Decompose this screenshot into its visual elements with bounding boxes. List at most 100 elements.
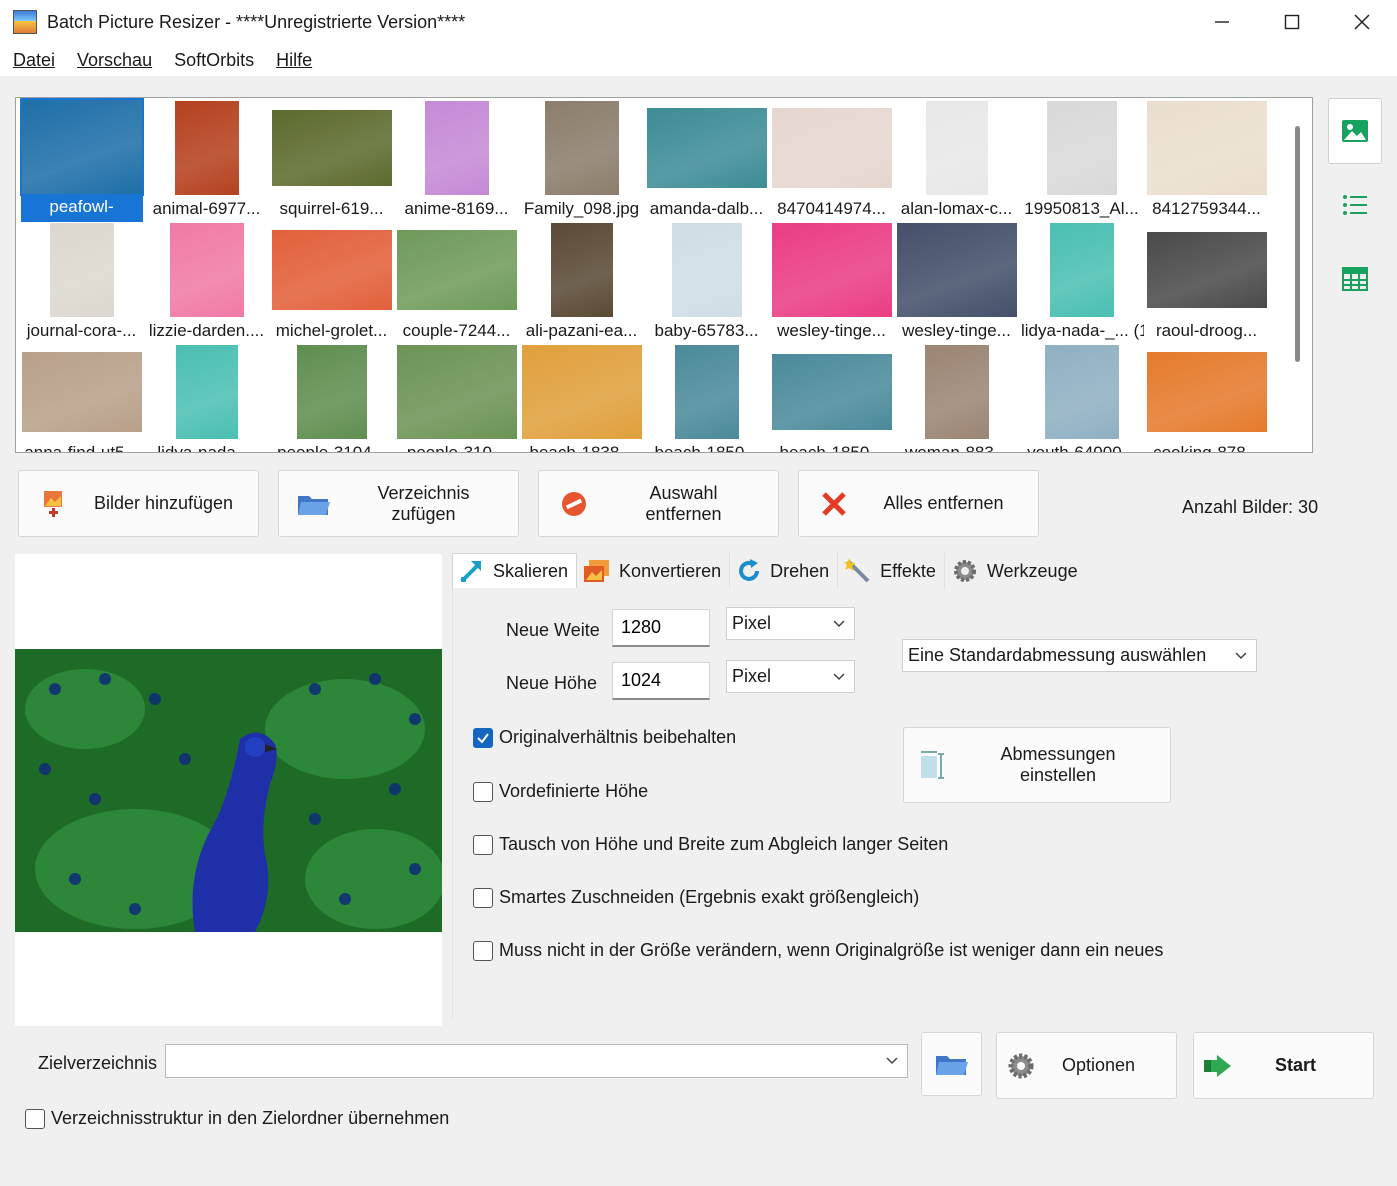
thumbnail-item[interactable]: people-310... — [394, 344, 519, 452]
thumbnail-picture — [396, 230, 517, 310]
thumbnail-item[interactable]: wesley-tinge... — [894, 222, 1019, 344]
scrollbar-thumb[interactable] — [1295, 126, 1300, 362]
thumbnail-item[interactable]: baby-65783... — [644, 222, 769, 344]
browse-folder-button[interactable] — [921, 1032, 982, 1096]
thumbnail-image — [769, 100, 894, 196]
thumbnail-item[interactable]: peafowl-3617385 (1).jpg — [19, 98, 144, 222]
thumbnail-item[interactable]: people-3104... — [269, 344, 394, 452]
table-icon — [1342, 267, 1368, 291]
smart-crop-label: Smartes Zuschneiden (Ergebnis exakt größ… — [499, 887, 920, 907]
width-unit-select[interactable]: Pixel — [726, 607, 855, 640]
thumbnail-item[interactable]: alan-lomax-c... — [894, 100, 1019, 222]
thumbnail-item[interactable]: couple-7244... — [394, 222, 519, 344]
thumbnail-item[interactable]: woman-883... — [894, 344, 1019, 452]
thumbnail-item[interactable]: youth-64000... — [1019, 344, 1144, 452]
menu-vorschau[interactable]: Vorschau — [77, 50, 152, 71]
list-view-button[interactable] — [1328, 172, 1382, 238]
keep-ratio-label: Originalverhältnis beibehalten — [499, 727, 737, 747]
window-controls — [1187, 0, 1397, 44]
thumbnail-item[interactable]: Family_098.jpg — [519, 100, 644, 222]
keep-ratio-checkbox[interactable]: Originalverhältnis beibehalten — [473, 727, 736, 748]
options-button[interactable]: Optionen — [996, 1032, 1177, 1099]
add-folder-button[interactable]: Verzeichnis zufügen — [278, 470, 519, 537]
swap-sides-label: Tausch von Höhe und Breite zum Abgleich … — [499, 834, 949, 854]
thumbnail-item[interactable]: lidya-nada-... — [144, 344, 269, 453]
tab-drehen-label: Drehen — [770, 560, 830, 581]
set-dimensions-button[interactable]: Abmessungen einstellen — [903, 727, 1171, 803]
menu-softorbits[interactable]: SoftOrbits — [174, 50, 254, 71]
thumbnail-label: amanda-dalb... — [649, 199, 764, 218]
thumbnail-image — [519, 222, 644, 318]
add-images-button[interactable]: Bilder hinzufügen — [18, 470, 259, 537]
height-input[interactable] — [612, 662, 710, 700]
thumbnail-label: lidya-nada-... — [157, 443, 256, 453]
maximize-button[interactable] — [1257, 0, 1327, 44]
thumbnail-item[interactable]: beach-1850... — [769, 344, 894, 452]
checkbox-unchecked[interactable] — [473, 781, 493, 802]
tab-werkzeuge[interactable]: Werkzeuge — [944, 553, 1086, 589]
table-view-button[interactable] — [1328, 246, 1382, 312]
checkbox-checked[interactable] — [473, 727, 493, 748]
checkbox-unchecked[interactable] — [25, 1108, 45, 1129]
remove-selection-button[interactable]: Auswahl entfernen — [538, 470, 779, 537]
thumbnail-picture — [646, 108, 767, 188]
thumbnail-item[interactable]: anna-find-ut5... — [19, 344, 144, 452]
thumbnail-picture — [550, 223, 613, 317]
thumbnail-item[interactable]: 8412759344... — [1144, 100, 1269, 222]
thumbnail-item[interactable]: animal-6977... — [144, 100, 269, 222]
width-input[interactable] — [612, 609, 710, 647]
thumbnail-item[interactable]: wesley-tinge... — [769, 222, 894, 344]
image-list[interactable]: peafowl-3617385 (1).jpg animal-6977... squ… — [15, 97, 1313, 453]
menu-hilfe[interactable]: Hilfe — [276, 50, 312, 71]
keep-structure-checkbox[interactable]: Verzeichnisstruktur in den Zielordner üb… — [25, 1108, 449, 1129]
thumbnail-item[interactable]: beach-1850... — [644, 344, 769, 452]
thumbnail-image — [144, 100, 269, 196]
thumbnail-image — [394, 100, 519, 196]
thumbnail-picture — [169, 223, 244, 317]
checkbox-unchecked[interactable] — [473, 887, 493, 908]
thumbnail-item[interactable]: 19950813_Al... — [1019, 100, 1144, 222]
start-button[interactable]: Start — [1193, 1032, 1374, 1099]
thumbnail-picture — [924, 345, 989, 439]
menu-datei[interactable]: Datei — [13, 50, 55, 71]
tab-skalieren[interactable]: Skalieren — [452, 553, 578, 588]
predefined-height-checkbox[interactable]: Vordefinierte Höhe — [473, 781, 648, 802]
thumbnail-item[interactable]: cooking-878... — [1144, 344, 1269, 452]
thumbnail-item[interactable]: lidya-nada-_... (1).jpg — [1019, 222, 1144, 344]
thumbnail-label: lidya-nada-_... (1).jpg — [1021, 321, 1144, 340]
thumbnail-item[interactable]: amanda-dalb... — [644, 100, 769, 222]
dimensions-icon — [921, 751, 944, 779]
tab-drehen[interactable]: Drehen — [730, 553, 839, 589]
height-unit-select[interactable]: Pixel — [726, 660, 855, 693]
minimize-button[interactable] — [1187, 0, 1257, 44]
checkbox-unchecked[interactable] — [473, 940, 493, 961]
remove-all-button[interactable]: Alles entfernen — [798, 470, 1039, 537]
image-icon — [1342, 120, 1368, 142]
checkbox-unchecked[interactable] — [473, 834, 493, 855]
thumbnail-image — [769, 222, 894, 318]
gear-icon — [953, 560, 976, 582]
thumbnail-item[interactable]: 8470414974... — [769, 100, 894, 222]
thumbnail-picture — [771, 223, 892, 317]
tab-effekte[interactable]: Effekte — [838, 553, 945, 589]
thumbnail-item[interactable]: squirrel-619... — [269, 100, 394, 222]
thumbnail-item[interactable]: ali-pazani-ea... — [519, 222, 644, 344]
thumbnail-item[interactable]: journal-cora-... — [19, 222, 144, 344]
thumbnail-picture — [771, 354, 892, 430]
smart-crop-checkbox[interactable]: Smartes Zuschneiden (Ergebnis exakt größ… — [473, 887, 919, 908]
no-upscale-checkbox[interactable]: Muss nicht in der Größe verändern, wenn … — [473, 940, 1163, 961]
thumbnail-item[interactable]: beach-1838... — [519, 344, 644, 452]
thumbnail-item[interactable]: lizzie-darden.... — [144, 222, 269, 344]
swap-sides-checkbox[interactable]: Tausch von Höhe und Breite zum Abgleich … — [473, 834, 948, 855]
thumbnail-item[interactable]: raoul-droog... — [1144, 222, 1269, 344]
target-folder-select[interactable] — [165, 1044, 908, 1078]
thumbnail-item[interactable]: anime-8169... — [394, 100, 519, 222]
standard-size-select[interactable]: Eine Standardabmessung auswählen — [902, 639, 1257, 672]
thumbnail-row: anna-find-ut5... lidya-nada-... people-310… — [19, 344, 1279, 453]
close-button[interactable] — [1327, 0, 1397, 44]
thumbnail-item[interactable]: michel-grolet... — [269, 222, 394, 344]
thumbnail-label: Family_098.jpg — [523, 199, 640, 218]
thumbnail-view-button[interactable] — [1328, 98, 1382, 164]
tab-konvertieren[interactable]: Konvertieren — [577, 553, 731, 589]
thumbnail-label: squirrel-619... — [279, 199, 384, 218]
